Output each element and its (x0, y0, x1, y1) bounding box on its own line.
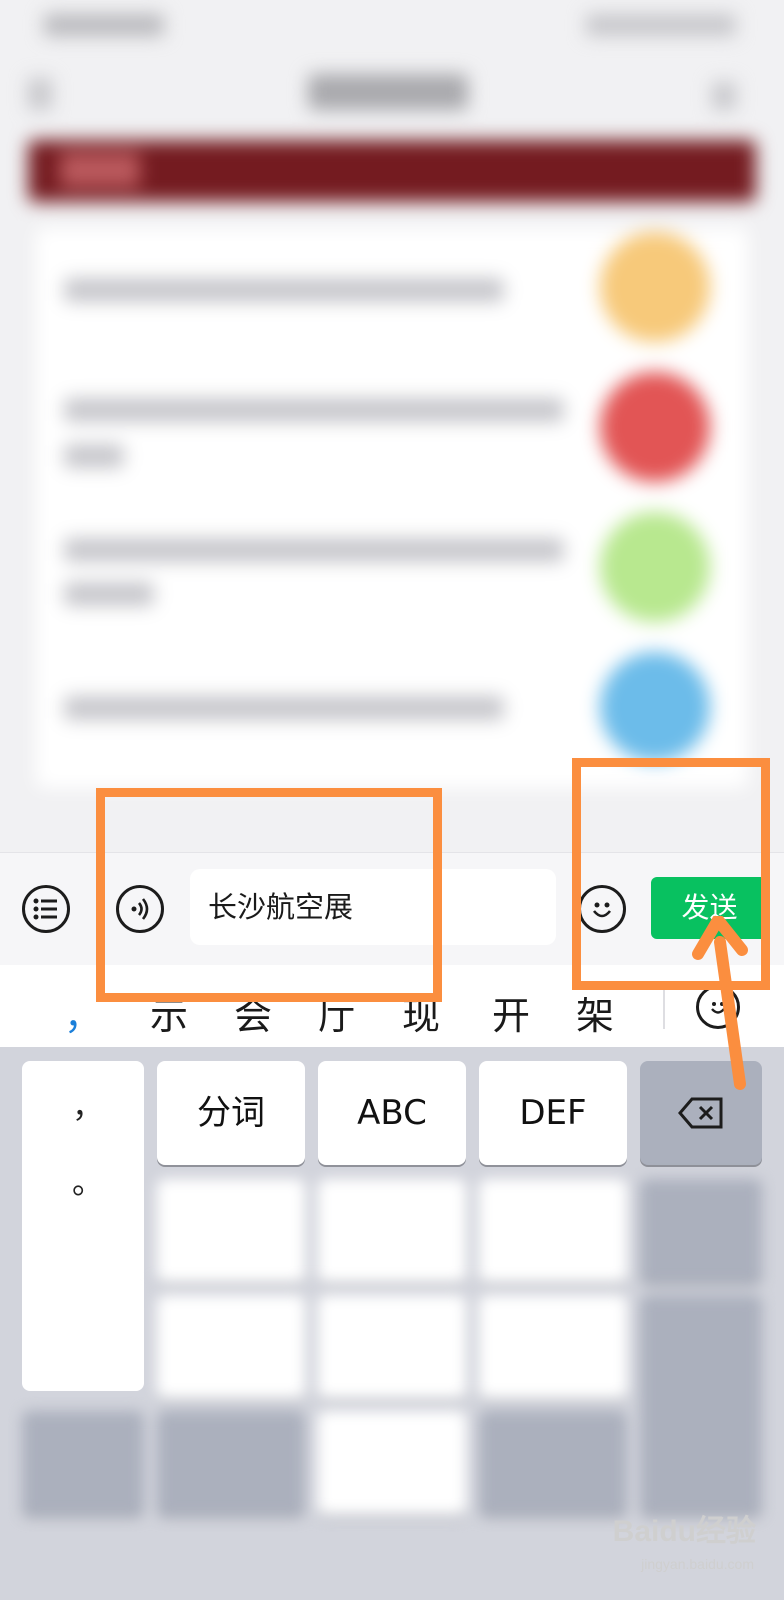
punctuation-column[interactable]: ， 。 (22, 1061, 144, 1391)
key-space[interactable] (318, 1411, 466, 1515)
key-abc[interactable]: ABC (318, 1061, 466, 1165)
article-thumbnail[interactable] (600, 372, 710, 482)
candidate-item[interactable]: 开 (492, 985, 530, 1040)
back-icon[interactable] (28, 78, 52, 110)
list-icon[interactable] (22, 885, 70, 933)
article-thumbnail[interactable] (600, 652, 710, 762)
key-def[interactable]: DEF (479, 1061, 627, 1165)
watermark-brand: Baidu经验 (612, 1515, 756, 1548)
more-icon[interactable] (712, 82, 736, 110)
article-thumbnail[interactable] (600, 232, 710, 342)
key-row2[interactable] (479, 1179, 627, 1283)
punct-period[interactable]: 。 (72, 1157, 104, 1203)
key-row3[interactable] (157, 1295, 305, 1399)
article-title[interactable] (64, 444, 124, 468)
article-title[interactable] (64, 696, 504, 720)
article-title[interactable] (64, 398, 564, 422)
banner-tag (60, 152, 140, 188)
annotation-box-input (96, 788, 442, 1002)
key-row4[interactable] (479, 1411, 627, 1515)
article-title[interactable] (64, 582, 154, 606)
key-enter[interactable] (640, 1295, 762, 1515)
key-row2-func[interactable] (640, 1179, 762, 1283)
key-row4[interactable] (22, 1411, 144, 1515)
page-title (308, 74, 468, 110)
key-segment[interactable]: 分词 (157, 1061, 305, 1165)
candidate-item[interactable]: 架 (576, 985, 614, 1040)
background-page (0, 0, 784, 852)
watermark-url: jingyan.baidu.com (641, 1556, 754, 1572)
key-row3[interactable] (318, 1295, 466, 1399)
annotation-arrow-icon (692, 916, 748, 1090)
status-bar-left (44, 14, 164, 36)
key-row2[interactable] (157, 1179, 305, 1283)
key-row2[interactable] (318, 1179, 466, 1283)
backspace-icon (678, 1097, 723, 1129)
punct-comma[interactable]: ， (72, 1081, 104, 1127)
key-row4[interactable] (157, 1411, 305, 1515)
article-thumbnail[interactable] (600, 512, 710, 622)
article-title[interactable] (64, 538, 564, 562)
status-bar-right (586, 14, 736, 36)
key-row3[interactable] (479, 1295, 627, 1399)
article-title[interactable] (64, 278, 504, 302)
